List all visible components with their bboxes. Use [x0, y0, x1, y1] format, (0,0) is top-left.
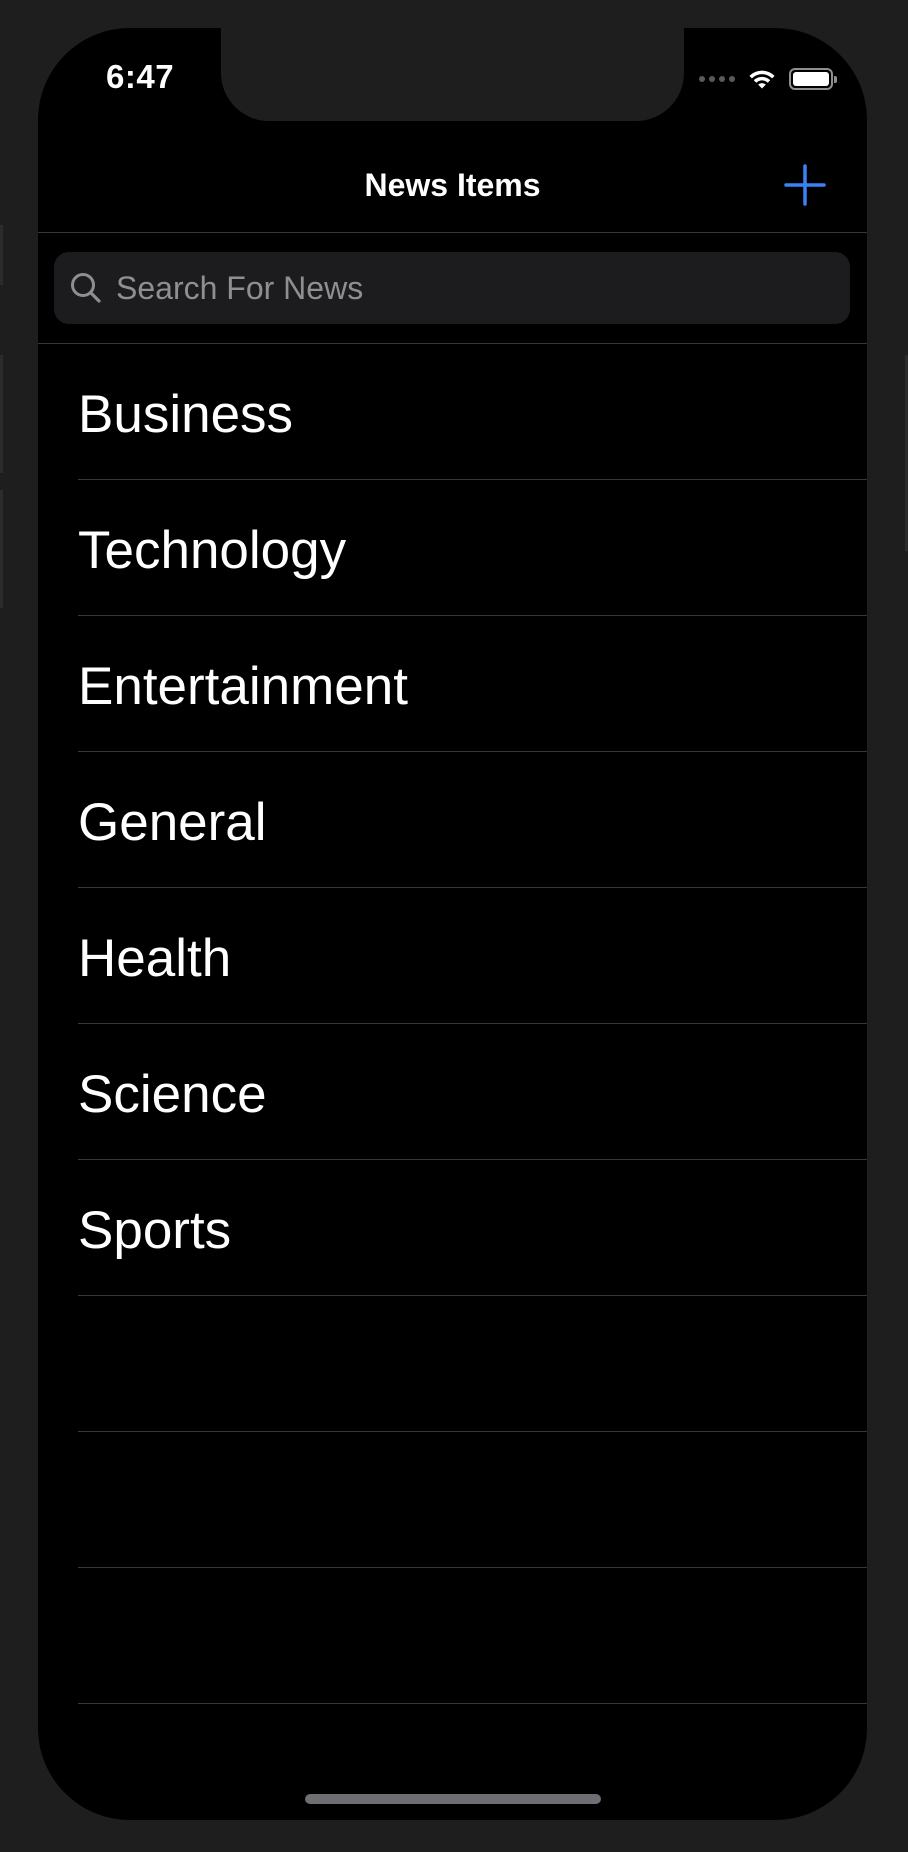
search-input[interactable]	[114, 268, 850, 308]
home-indicator[interactable]	[305, 1794, 601, 1804]
wifi-icon	[749, 70, 775, 89]
search-icon	[71, 273, 101, 303]
cellular-signal-icon	[699, 76, 735, 82]
device-side-button	[0, 355, 3, 473]
status-icons	[699, 68, 837, 90]
empty-list-row	[38, 1432, 867, 1568]
category-label: Sports	[78, 1201, 232, 1260]
category-row-business[interactable]: Business	[38, 344, 867, 480]
device-side-button	[0, 225, 3, 285]
device-frame: 6:47 News Items Search For News Business…	[0, 0, 908, 1852]
category-label: Science	[78, 1065, 267, 1124]
search-field[interactable]	[54, 252, 850, 324]
battery-icon	[789, 68, 837, 90]
category-label: General	[78, 793, 267, 852]
status-time: 6:47	[106, 58, 175, 95]
category-row-general[interactable]: General	[38, 752, 867, 888]
navigation-bar: News Items	[38, 123, 867, 233]
category-label: Entertainment	[78, 657, 408, 716]
app-screen: 6:47 News Items Search For News Business…	[38, 28, 867, 1820]
plus-icon	[784, 164, 826, 206]
category-row-technology[interactable]: Technology	[38, 480, 867, 616]
category-label: Technology	[78, 521, 347, 580]
category-row-entertainment[interactable]: Entertainment	[38, 616, 867, 752]
category-row-sports[interactable]: Sports	[38, 1160, 867, 1296]
empty-list-row	[38, 1568, 867, 1704]
category-list: Business Technology Entertainment Genera…	[38, 344, 867, 1820]
page-title: News Items	[364, 167, 541, 203]
category-row-science[interactable]: Science	[38, 1024, 867, 1160]
device-notch	[221, 28, 684, 121]
device-side-button	[0, 490, 3, 608]
category-label: Health	[78, 929, 232, 988]
empty-list-row	[38, 1296, 867, 1432]
category-label: Business	[78, 385, 294, 444]
search-bar	[38, 233, 867, 344]
add-news-button[interactable]	[783, 163, 827, 207]
category-row-health[interactable]: Health	[38, 888, 867, 1024]
